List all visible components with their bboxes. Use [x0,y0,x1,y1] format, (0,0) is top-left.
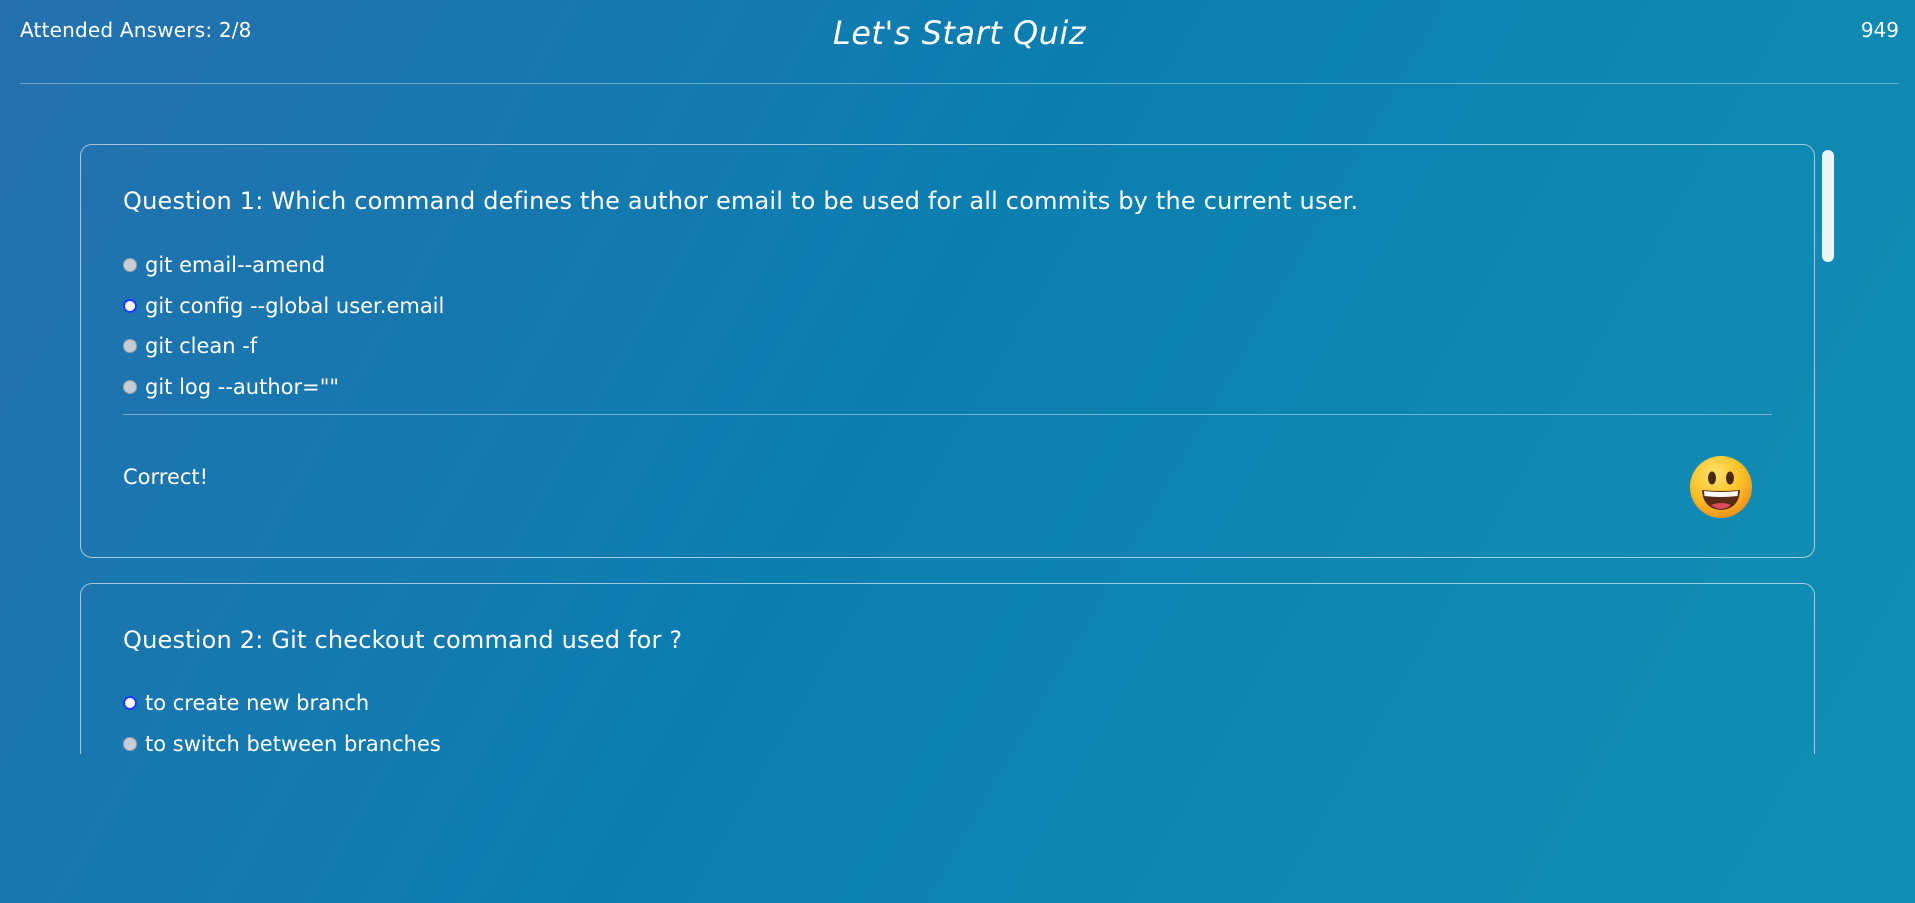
grinning-face-icon [1690,456,1752,518]
radio-button[interactable] [123,339,137,354]
option-item[interactable]: git log --author="" [123,367,444,408]
answer-feedback: Correct! [123,465,209,489]
option-item[interactable]: git clean -f [123,326,444,367]
option-item[interactable]: to create new branch [123,683,441,724]
option-label: git config --global user.email [145,293,445,318]
quiz-header: Attended Answers: 2/8 Let's Start Quiz 9… [20,0,1899,84]
radio-button[interactable] [123,379,137,394]
feedback-divider [123,414,1772,415]
question-card-2: Question 2: Git checkout command used fo… [80,583,1815,754]
option-item[interactable]: to switch between branches [123,724,441,754]
option-label: git log --author="" [145,374,340,399]
radio-button[interactable] [123,736,137,751]
radio-button-selected[interactable] [123,298,137,313]
question-card-1: Question 1: Which command defines the au… [80,144,1815,558]
options-group: git email--amend git config --global use… [123,245,444,407]
radio-button-selected[interactable] [123,696,137,711]
question-text: Question 1: Which command defines the au… [123,187,1359,215]
page-title: Let's Start Quiz [832,14,1087,52]
option-item[interactable]: git email--amend [123,245,444,286]
scrollbar-thumb[interactable] [1822,150,1834,262]
option-label: to switch between branches [145,731,441,754]
radio-button[interactable] [123,258,137,273]
option-label: to create new branch [145,691,370,716]
questions-list[interactable]: Question 1: Which command defines the au… [80,144,1835,754]
option-label: git clean -f [145,334,258,359]
option-item[interactable]: git config --global user.email [123,286,444,327]
question-text: Question 2: Git checkout command used fo… [123,626,683,654]
timer-display: 949 [1860,18,1899,42]
options-group: to create new branch to switch between b… [123,683,441,754]
option-label: git email--amend [145,253,326,278]
